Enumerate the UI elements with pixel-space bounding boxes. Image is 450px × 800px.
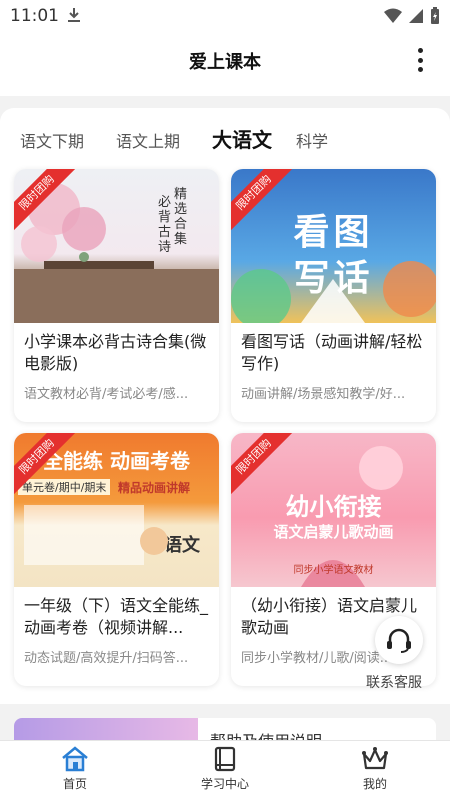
- status-bar: 11:01: [0, 0, 450, 32]
- dot-icon: [417, 48, 423, 53]
- category-tabs: 语文下期 语文上期 大语文 科学: [0, 120, 450, 160]
- nav-mine-label: 我的: [362, 777, 387, 791]
- book-icon: [214, 746, 236, 772]
- nav-home-label: 首页: [62, 777, 87, 791]
- course-subtitle: 动态试题/高效提升/扫码答...: [24, 651, 189, 666]
- bottom-nav: 首页 学习中心 我的: [0, 740, 450, 800]
- wifi-icon: [384, 8, 402, 23]
- status-time: 11:01: [10, 6, 59, 26]
- dot-icon: [417, 67, 423, 72]
- page-title: 爱上课本: [189, 52, 261, 73]
- signal-icon: [409, 9, 423, 23]
- course-card[interactable]: 精选合集 必背古诗 限时团购 小学课本必背古诗合集(微电影版) 语文教材必背/考…: [14, 169, 219, 422]
- headset-icon: [387, 628, 411, 653]
- tab-yuwen-xiaqi[interactable]: 语文下期: [20, 128, 84, 152]
- cover-text: 写话: [293, 258, 374, 299]
- crown-icon: [362, 747, 388, 770]
- cover-text: 同步小学语文教材: [293, 565, 374, 576]
- tab-kexue[interactable]: 科学: [296, 128, 328, 152]
- dot-icon: [417, 57, 423, 63]
- nav-home[interactable]: 首页: [20, 745, 130, 800]
- home-icon: [62, 746, 88, 772]
- tab-da-yuwen[interactable]: 大语文: [212, 124, 272, 153]
- course-title: 小学课本必背古诗合集(微电影版): [24, 332, 207, 373]
- download-icon: [66, 6, 82, 28]
- tab-yuwen-shangqi[interactable]: 语文上期: [116, 128, 180, 152]
- more-options-button[interactable]: [410, 46, 430, 74]
- course-subtitle: 动画讲解/场景感知教学/好...: [241, 387, 406, 402]
- course-title: 一年级（下）语文全能练_动画考卷（视频讲解...: [24, 596, 209, 637]
- cover-text: 幼小衔接: [285, 493, 382, 521]
- status-icons: [384, 7, 440, 25]
- cover-text: 看图: [293, 212, 374, 253]
- nav-study-center-label: 学习中心: [200, 777, 249, 791]
- course-subtitle: 语文教材必背/考试必考/感...: [24, 387, 189, 402]
- course-card[interactable]: 看图 写话 限时团购 看图写话（动画讲解/轻松写作) 动画讲解/场景感知教学/好…: [231, 169, 436, 422]
- nav-mine[interactable]: 我的: [320, 745, 430, 800]
- customer-service-label[interactable]: 联系客服: [366, 672, 422, 692]
- cover-text: 精选合集: [174, 187, 188, 247]
- course-card[interactable]: 全能练 动画考卷 单元卷/期中/期末 精品动画讲解 语文 限时团购 一年级（下）…: [14, 433, 219, 686]
- app-header: 爱上课本: [0, 32, 450, 96]
- nav-study-center[interactable]: 学习中心: [170, 745, 280, 800]
- cover-text: 语文启蒙儿歌动画: [273, 523, 394, 541]
- battery-icon: [431, 7, 439, 24]
- course-title: 看图写话（动画讲解/轻松写作): [241, 332, 423, 373]
- cover-text: 必背古诗: [158, 195, 172, 255]
- customer-service-button[interactable]: [375, 616, 423, 664]
